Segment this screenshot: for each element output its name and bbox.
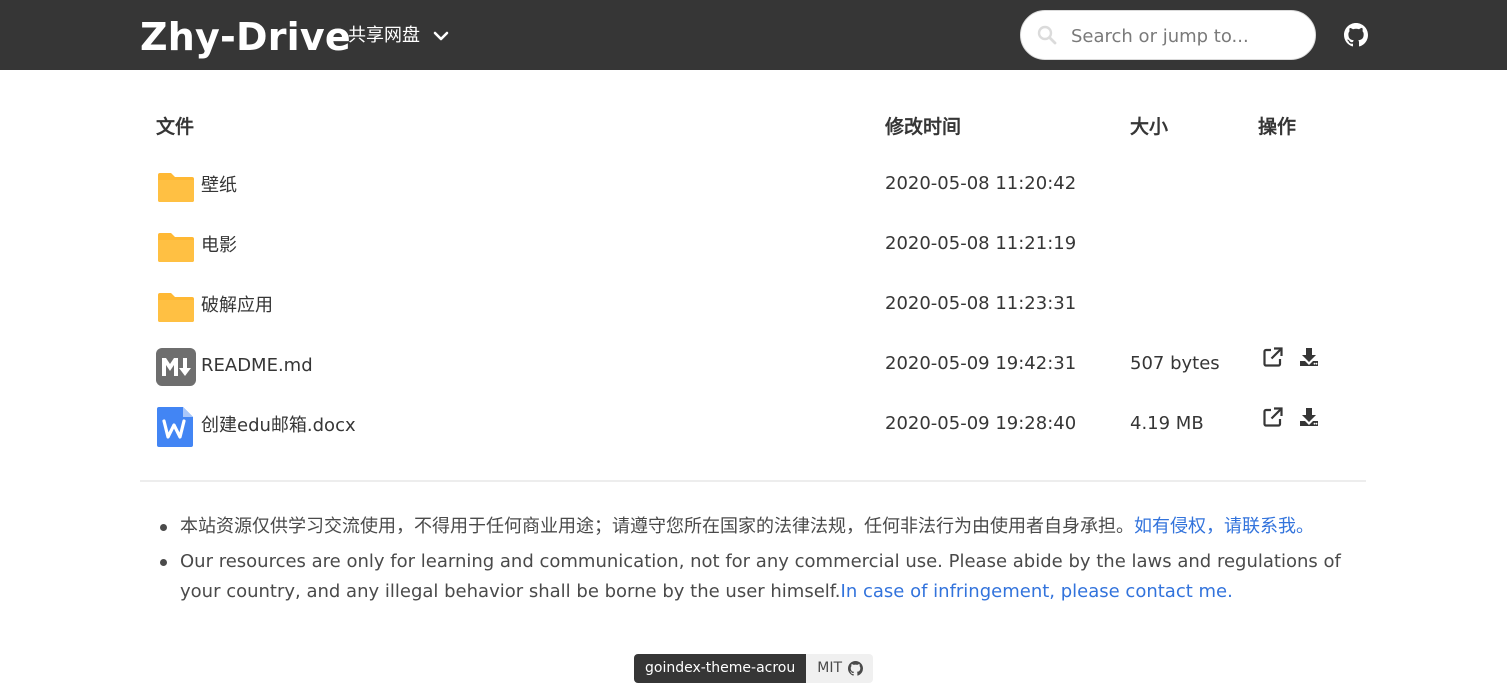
drive-selector[interactable]: 共享网盘: [348, 22, 450, 50]
file-modified: 2020-05-08 11:20:42: [885, 173, 1077, 194]
open-external-icon[interactable]: [1262, 346, 1284, 368]
column-header-modified: 修改时间: [885, 116, 962, 138]
theme-badge[interactable]: goindex-theme-acrou MIT: [634, 654, 874, 683]
bullet-icon: [160, 524, 167, 531]
notice-item-zh: 本站资源仅供学习交流使用，不得用于任何商业用途；请遵守您所在国家的法律法规，任何…: [160, 512, 1366, 542]
file-modified: 2020-05-08 11:21:19: [885, 233, 1077, 254]
table-header: 文件 修改时间 大小 操作: [140, 98, 1366, 156]
notice-item-en: Our resources are only for learning and …: [160, 547, 1366, 607]
search-icon: [1037, 25, 1057, 45]
table-row[interactable]: 创建edu邮箱.docx 2020-05-09 19:28:40 4.19 MB: [140, 396, 1366, 456]
table-row[interactable]: 电影 2020-05-08 11:21:19: [140, 216, 1366, 276]
github-icon[interactable]: [1344, 23, 1368, 47]
file-name[interactable]: 破解应用: [201, 292, 273, 320]
notice-list: 本站资源仅供学习交流使用，不得用于任何商业用途；请遵守您所在国家的法律法规，任何…: [160, 512, 1366, 612]
download-icon[interactable]: [1298, 406, 1320, 428]
column-header-size: 大小: [1130, 116, 1169, 138]
brand-logo[interactable]: Zhy-Drive: [140, 14, 351, 60]
folder-icon: [156, 167, 196, 207]
navbar: Zhy-Drive 共享网盘: [0, 0, 1507, 70]
contact-link-zh[interactable]: 如有侵权，请联系我。: [1134, 516, 1314, 537]
file-modified: 2020-05-08 11:23:31: [885, 293, 1077, 314]
download-icon[interactable]: [1298, 346, 1320, 368]
license-badge: MIT: [806, 654, 874, 683]
column-header-name: 文件: [156, 116, 195, 138]
theme-name: goindex-theme-acrou: [634, 654, 807, 683]
file-table: 文件 修改时间 大小 操作 壁纸 2020-05-08 11:20:42 电影 …: [140, 98, 1366, 456]
github-icon: [848, 661, 864, 676]
contact-link-en[interactable]: In case of infringement, please contact …: [841, 581, 1233, 602]
file-modified: 2020-05-09 19:42:31: [885, 353, 1077, 374]
table-row[interactable]: 壁纸 2020-05-08 11:20:42: [140, 156, 1366, 216]
search-box: [1020, 10, 1316, 60]
search-input[interactable]: [1071, 21, 1301, 51]
divider: [140, 480, 1366, 482]
open-external-icon[interactable]: [1262, 406, 1284, 428]
file-modified: 2020-05-09 19:28:40: [885, 413, 1077, 434]
table-row[interactable]: 破解应用 2020-05-08 11:23:31: [140, 276, 1366, 336]
folder-icon: [156, 227, 196, 267]
file-size: 4.19 MB: [1130, 413, 1204, 434]
file-name[interactable]: README.md: [201, 352, 313, 380]
file-name[interactable]: 电影: [201, 232, 237, 260]
notice-text-zh: 本站资源仅供学习交流使用，不得用于任何商业用途；请遵守您所在国家的法律法规，任何…: [180, 516, 1134, 537]
file-size: 507 bytes: [1130, 353, 1220, 374]
drive-selector-label: 共享网盘: [348, 25, 420, 46]
file-name[interactable]: 壁纸: [201, 172, 237, 200]
file-name[interactable]: 创建edu邮箱.docx: [201, 412, 356, 440]
table-row[interactable]: README.md 2020-05-09 19:42:31 507 bytes: [140, 336, 1366, 396]
bullet-icon: [160, 559, 167, 566]
folder-icon: [156, 287, 196, 327]
column-header-actions: 操作: [1258, 116, 1297, 138]
license-label: MIT: [817, 660, 843, 676]
word-doc-icon: [156, 407, 196, 447]
markdown-icon: [156, 347, 196, 387]
chevron-down-icon: [432, 27, 450, 45]
